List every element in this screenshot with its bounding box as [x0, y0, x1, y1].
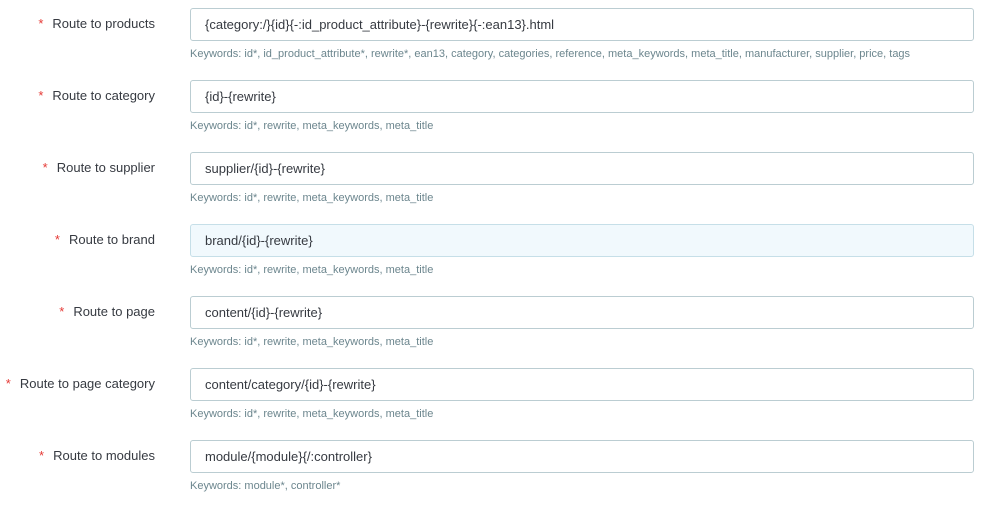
- route-category-label: * Route to category: [38, 88, 155, 103]
- route-page-row: * Route to page Keywords: id*, rewrite, m…: [0, 296, 1000, 362]
- route-products-input[interactable]: [190, 8, 974, 41]
- required-marker: *: [39, 448, 45, 463]
- required-marker: *: [59, 304, 65, 319]
- route-modules-row: * Route to modules Keywords: module*, con…: [0, 440, 1000, 506]
- route-category-row: * Route to category Keywords: id*, rewrit…: [0, 80, 1000, 146]
- route-brand-label-text: Route to brand: [68, 232, 155, 247]
- route-modules-input[interactable]: [190, 440, 974, 473]
- route-page-label: * Route to page: [59, 304, 155, 319]
- route-brand-keywords: Keywords: id*, rewrite, meta_keywords, m…: [190, 264, 434, 276]
- required-marker: *: [38, 16, 44, 31]
- route-category-keywords: Keywords: id*, rewrite, meta_keywords, m…: [190, 120, 434, 132]
- route-brand-row: * Route to brand Keywords: id*, rewrite, …: [0, 224, 1000, 290]
- route-category-label-text: Route to category: [52, 88, 155, 103]
- route-supplier-row: * Route to supplier Keywords: id*, rewrit…: [0, 152, 1000, 218]
- required-marker: *: [54, 232, 60, 247]
- route-supplier-label: * Route to supplier: [43, 160, 155, 175]
- route-page-category-keywords: Keywords: id*, rewrite, meta_keywords, m…: [190, 408, 434, 420]
- route-page-category-input[interactable]: [190, 368, 974, 401]
- route-products-label: * Route to products: [38, 16, 155, 31]
- route-page-category-label-text: Route to page category: [19, 376, 155, 391]
- required-marker: *: [5, 376, 11, 391]
- route-modules-keywords: Keywords: module*, controller*: [190, 480, 341, 492]
- route-page-label-text: Route to page: [73, 304, 155, 319]
- required-marker: *: [42, 160, 48, 175]
- route-category-input[interactable]: [190, 80, 974, 113]
- route-page-input[interactable]: [190, 296, 974, 329]
- route-products-row: * Route to products Keywords: id*, id_pro…: [0, 8, 1000, 74]
- route-products-keywords: Keywords: id*, id_product_attribute*, re…: [190, 48, 911, 60]
- route-page-category-label: * Route to page category: [6, 376, 155, 391]
- route-modules-label: * Route to modules: [39, 448, 155, 463]
- route-brand-label: * Route to brand: [55, 232, 155, 247]
- route-supplier-keywords: Keywords: id*, rewrite, meta_keywords, m…: [190, 192, 434, 204]
- route-brand-input[interactable]: [190, 224, 974, 257]
- route-supplier-label-text: Route to supplier: [56, 160, 155, 175]
- route-page-keywords: Keywords: id*, rewrite, meta_keywords, m…: [190, 336, 434, 348]
- route-page-category-row: * Route to page category Keywords: id*, r…: [0, 368, 1000, 434]
- route-supplier-input[interactable]: [190, 152, 974, 185]
- required-marker: *: [38, 88, 44, 103]
- route-products-label-text: Route to products: [52, 16, 155, 31]
- route-modules-label-text: Route to modules: [53, 448, 155, 463]
